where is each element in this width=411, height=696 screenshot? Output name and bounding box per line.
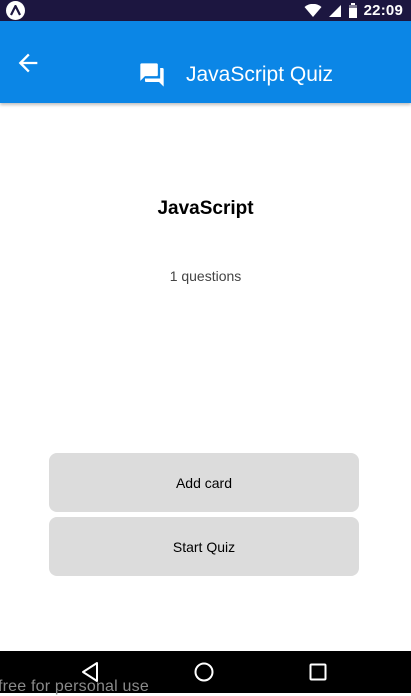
question-count: 1 questions (169, 268, 242, 284)
start-quiz-button[interactable]: Start Quiz (49, 517, 359, 576)
deck-title: JavaScript (157, 198, 254, 219)
app-bar: JavaScript Quiz (0, 21, 411, 103)
add-card-button[interactable]: Add card (49, 453, 359, 512)
nav-recents-icon (309, 663, 327, 681)
battery-icon (348, 3, 357, 18)
status-icons: 22:09 (304, 0, 403, 21)
watermark-text: free for personal use (0, 678, 149, 695)
nav-recents-button[interactable] (304, 658, 332, 686)
page-title: JavaScript Quiz (186, 63, 334, 86)
nav-home-icon (194, 662, 214, 682)
arrow-back-icon (18, 53, 38, 73)
forum-icon (140, 63, 164, 87)
status-time: 22:09 (363, 2, 403, 19)
back-button[interactable] (14, 49, 42, 77)
expo-app-icon (6, 1, 25, 20)
nav-home-button[interactable] (190, 658, 218, 686)
wifi-icon (304, 3, 322, 17)
status-bar: 22:09 (0, 0, 411, 21)
signal-icon (328, 4, 341, 17)
